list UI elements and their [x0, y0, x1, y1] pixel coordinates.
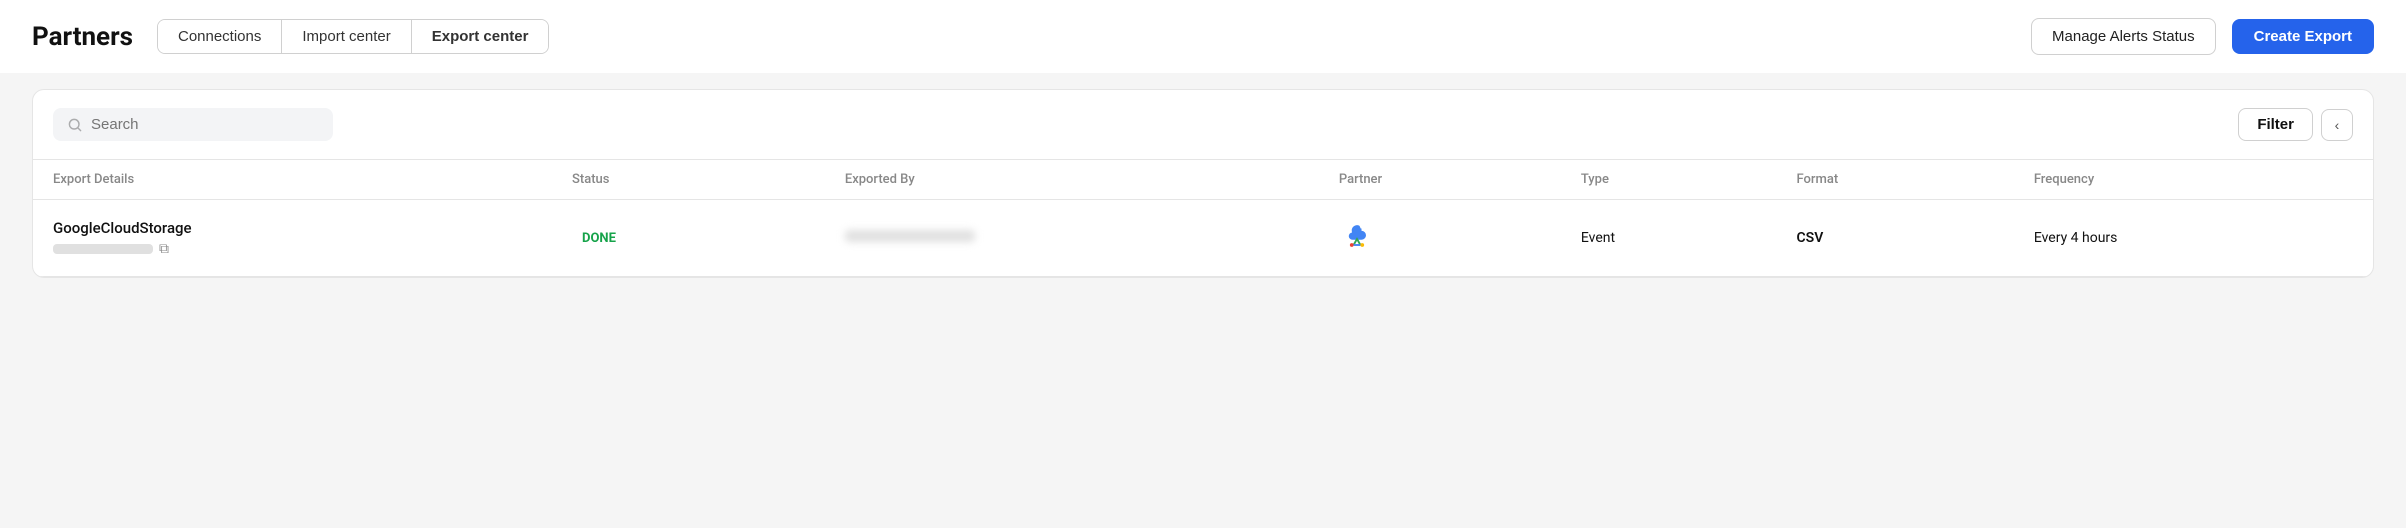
table-body: GoogleCloudStorage ⧉ DONE [33, 200, 2373, 277]
manage-alerts-button[interactable]: Manage Alerts Status [2031, 18, 2216, 55]
col-header-partner: Partner [1319, 160, 1561, 200]
cell-type: Event [1561, 200, 1777, 277]
table-header: Export Details Status Exported By Partne… [33, 160, 2373, 200]
search-wrapper [53, 108, 333, 141]
create-export-button[interactable]: Create Export [2232, 19, 2374, 54]
chevron-left-icon: ‹ [2335, 117, 2340, 133]
col-header-frequency: Frequency [2014, 160, 2373, 200]
type-value: Event [1581, 230, 1615, 246]
col-header-export-details: Export Details [33, 160, 552, 200]
tab-group: Connections Import center Export center [157, 19, 549, 54]
main-content: Filter ‹ Export Details Status Exported … [0, 73, 2406, 294]
search-row: Filter ‹ [33, 90, 2373, 160]
collapse-button[interactable]: ‹ [2321, 109, 2353, 141]
cell-frequency: Every 4 hours [2014, 200, 2373, 277]
export-name: GoogleCloudStorage [53, 219, 532, 237]
cell-status: DONE [552, 200, 825, 277]
exported-by-value [845, 230, 975, 242]
page-header: Partners Connections Import center Expor… [0, 0, 2406, 73]
format-value: CSV [1797, 230, 1824, 246]
export-sub: ⧉ [53, 241, 532, 257]
cell-export-details: GoogleCloudStorage ⧉ [33, 200, 552, 277]
tab-export-center[interactable]: Export center [412, 20, 549, 53]
page-title: Partners [32, 22, 133, 52]
tab-import-center[interactable]: Import center [282, 20, 411, 53]
tab-connections[interactable]: Connections [158, 20, 282, 53]
cell-partner [1319, 200, 1561, 277]
cell-format: CSV [1777, 200, 2014, 277]
col-header-format: Format [1777, 160, 2014, 200]
col-header-status: Status [552, 160, 825, 200]
col-header-type: Type [1561, 160, 1777, 200]
export-card: Filter ‹ Export Details Status Exported … [32, 89, 2374, 278]
export-id-blur [53, 244, 153, 254]
exports-table: Export Details Status Exported By Partne… [33, 160, 2373, 277]
col-header-exported-by: Exported By [825, 160, 1319, 200]
filter-area: Filter ‹ [2238, 108, 2353, 141]
search-input[interactable] [91, 116, 319, 133]
search-icon [67, 117, 83, 133]
status-badge: DONE [572, 228, 626, 249]
copy-icon[interactable]: ⧉ [159, 241, 169, 257]
frequency-value: Every 4 hours [2034, 230, 2118, 246]
filter-button[interactable]: Filter [2238, 108, 2313, 141]
google-cloud-logo [1339, 218, 1375, 254]
table-row: GoogleCloudStorage ⧉ DONE [33, 200, 2373, 277]
cell-exported-by [825, 200, 1319, 277]
